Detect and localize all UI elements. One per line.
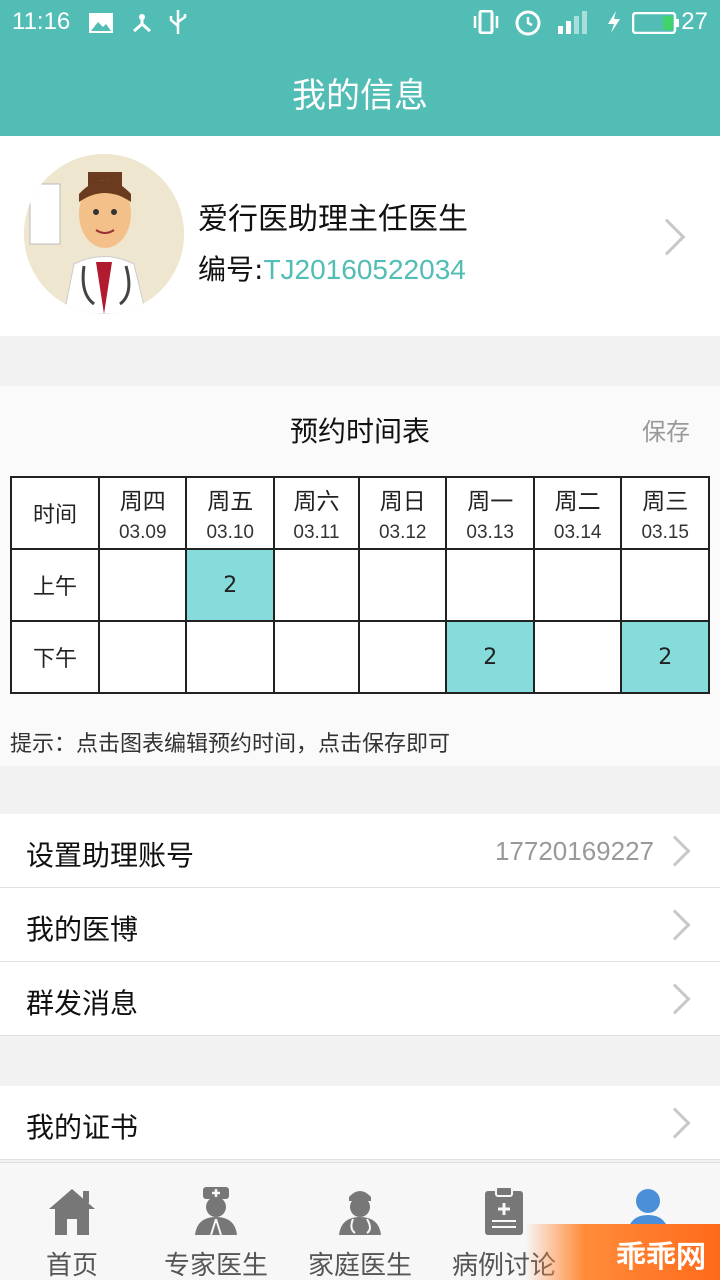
schedule-cell[interactable] bbox=[532, 620, 623, 694]
schedule-title: 预约时间表 bbox=[289, 415, 430, 448]
date-label: 03.10 bbox=[206, 522, 254, 543]
schedule-cell[interactable]: 2 bbox=[620, 620, 710, 694]
doctor-avatar-icon bbox=[24, 154, 184, 314]
date-label: 03.12 bbox=[378, 522, 427, 543]
tab-home-label: 首页 bbox=[45, 1251, 98, 1280]
usb-icon bbox=[169, 10, 187, 34]
schedule-row: 上午 2 bbox=[10, 548, 710, 622]
day-header: 周三 03.15 bbox=[620, 476, 710, 550]
doctor-id-value: TJ20160522034 bbox=[263, 254, 466, 285]
profile-card[interactable]: 爱行医助理主任医生 编号:TJ20160522034 bbox=[0, 136, 720, 336]
settings-item-label: 我的医博 bbox=[26, 913, 139, 946]
home-icon bbox=[49, 1189, 95, 1235]
schedule-cell[interactable] bbox=[620, 548, 710, 622]
schedule-cell[interactable] bbox=[445, 548, 535, 622]
clipboard-icon bbox=[485, 1186, 523, 1235]
schedule-cell[interactable] bbox=[97, 548, 188, 622]
watermark-text: 乖乖网 bbox=[616, 1240, 706, 1275]
chevron-right-icon bbox=[659, 835, 691, 867]
settings-list: 设置助理账号 17720169227 我的医博群发消息 bbox=[0, 814, 720, 1036]
nurse-icon bbox=[195, 1187, 237, 1236]
day-label: 周二 bbox=[554, 489, 601, 515]
page-title: 我的信息 bbox=[292, 76, 428, 116]
battery-level: 27 bbox=[681, 8, 708, 35]
day-label: 周三 bbox=[642, 489, 689, 515]
date-label: 03.14 bbox=[553, 522, 602, 543]
vibrate-icon bbox=[473, 10, 499, 34]
image-icon bbox=[89, 13, 113, 33]
period-label: 上午 bbox=[10, 548, 100, 622]
status-bar: 11:16 27 bbox=[0, 0, 720, 46]
day-header: 周二 03.14 bbox=[532, 476, 623, 550]
schedule-cell[interactable] bbox=[357, 620, 448, 694]
schedule-cell[interactable] bbox=[272, 548, 360, 622]
day-label: 周日 bbox=[379, 489, 426, 515]
time-header: 时间 bbox=[10, 476, 100, 550]
settings-item[interactable]: 我的医博 bbox=[0, 888, 720, 962]
chevron-right-icon bbox=[648, 218, 686, 256]
tab-home[interactable]: 首页 bbox=[0, 1163, 144, 1280]
tab-experts-label: 专家医生 bbox=[163, 1251, 268, 1280]
share-icon bbox=[133, 14, 151, 33]
chevron-right-icon bbox=[659, 909, 691, 941]
chevron-right-icon bbox=[659, 983, 691, 1015]
watermark-logo: 乖乖网 bbox=[525, 1224, 720, 1280]
day-header: 周一 03.13 bbox=[445, 476, 535, 550]
schedule-cell[interactable]: 2 bbox=[445, 620, 535, 694]
certificate-item[interactable]: 我的证书 bbox=[0, 1086, 720, 1160]
day-label: 周四 bbox=[119, 489, 166, 515]
schedule-header-row: 时间 周四 03.09 周五 03.10 周六 03.11 周日 03.12 周一 03.13 周二… bbox=[10, 476, 710, 550]
day-header: 周五 03.10 bbox=[185, 476, 275, 550]
schedule-cell[interactable] bbox=[357, 548, 448, 622]
settings-item[interactable]: 设置助理账号 17720169227 bbox=[0, 814, 720, 888]
schedule-panel: 预约时间表 保存 时间 周四 03.09 周五 03.10 周六 03.11 周日 03.12… bbox=[0, 386, 720, 766]
tab-experts[interactable]: 专家医生 bbox=[144, 1163, 288, 1280]
settings-item-value: 17720169227 bbox=[494, 836, 654, 866]
schedule-cell[interactable]: 2 bbox=[185, 548, 275, 622]
certificate-item-label: 我的证书 bbox=[26, 1111, 139, 1144]
day-header: 周日 03.12 bbox=[357, 476, 448, 550]
schedule-cell[interactable] bbox=[272, 620, 360, 694]
schedule-cell[interactable] bbox=[185, 620, 275, 694]
schedule-cell[interactable] bbox=[532, 548, 623, 622]
settings-item[interactable]: 群发消息 bbox=[0, 962, 720, 1036]
settings-item-label: 设置助理账号 bbox=[26, 839, 195, 872]
certificate-list: 我的证书 bbox=[0, 1086, 720, 1160]
period-label: 下午 bbox=[10, 620, 100, 694]
day-header: 周四 03.09 bbox=[97, 476, 188, 550]
alarm-icon bbox=[515, 10, 541, 36]
schedule-row: 下午 2 2 bbox=[10, 620, 710, 694]
tab-family[interactable]: 家庭医生 bbox=[288, 1163, 432, 1280]
battery-icon bbox=[632, 12, 679, 34]
schedule-cell[interactable] bbox=[97, 620, 188, 694]
status-time: 11:16 bbox=[12, 8, 71, 35]
day-header: 周六 03.11 bbox=[272, 476, 360, 550]
date-label: 03.09 bbox=[118, 522, 167, 543]
day-label: 周一 bbox=[467, 489, 514, 515]
tab-family-label: 家庭医生 bbox=[307, 1251, 412, 1280]
doctor-icon bbox=[339, 1191, 381, 1235]
avatar bbox=[24, 154, 184, 314]
settings-item-label: 群发消息 bbox=[26, 987, 139, 1020]
doctor-id-row: 编号:TJ20160522034 bbox=[198, 248, 466, 288]
date-label: 03.13 bbox=[466, 522, 514, 543]
date-label: 03.15 bbox=[641, 522, 689, 543]
day-label: 周六 bbox=[293, 489, 340, 515]
chevron-right-icon bbox=[659, 1107, 691, 1139]
schedule-hint: 提示：点击图表编辑预约时间，点击保存即可 bbox=[10, 732, 451, 757]
charging-icon bbox=[608, 11, 620, 33]
schedule-table: 时间 周四 03.09 周五 03.10 周六 03.11 周日 03.12 周一 03.13 周二… bbox=[10, 476, 710, 694]
signal-icon bbox=[558, 11, 587, 34]
doctor-name: 爱行医助理主任医生 bbox=[198, 202, 468, 237]
save-button[interactable]: 保存 bbox=[642, 412, 690, 447]
doctor-id-label: 编号: bbox=[198, 253, 264, 286]
day-label: 周五 bbox=[207, 489, 254, 515]
date-label: 03.11 bbox=[293, 522, 340, 543]
title-bar: 我的信息 bbox=[0, 46, 720, 136]
